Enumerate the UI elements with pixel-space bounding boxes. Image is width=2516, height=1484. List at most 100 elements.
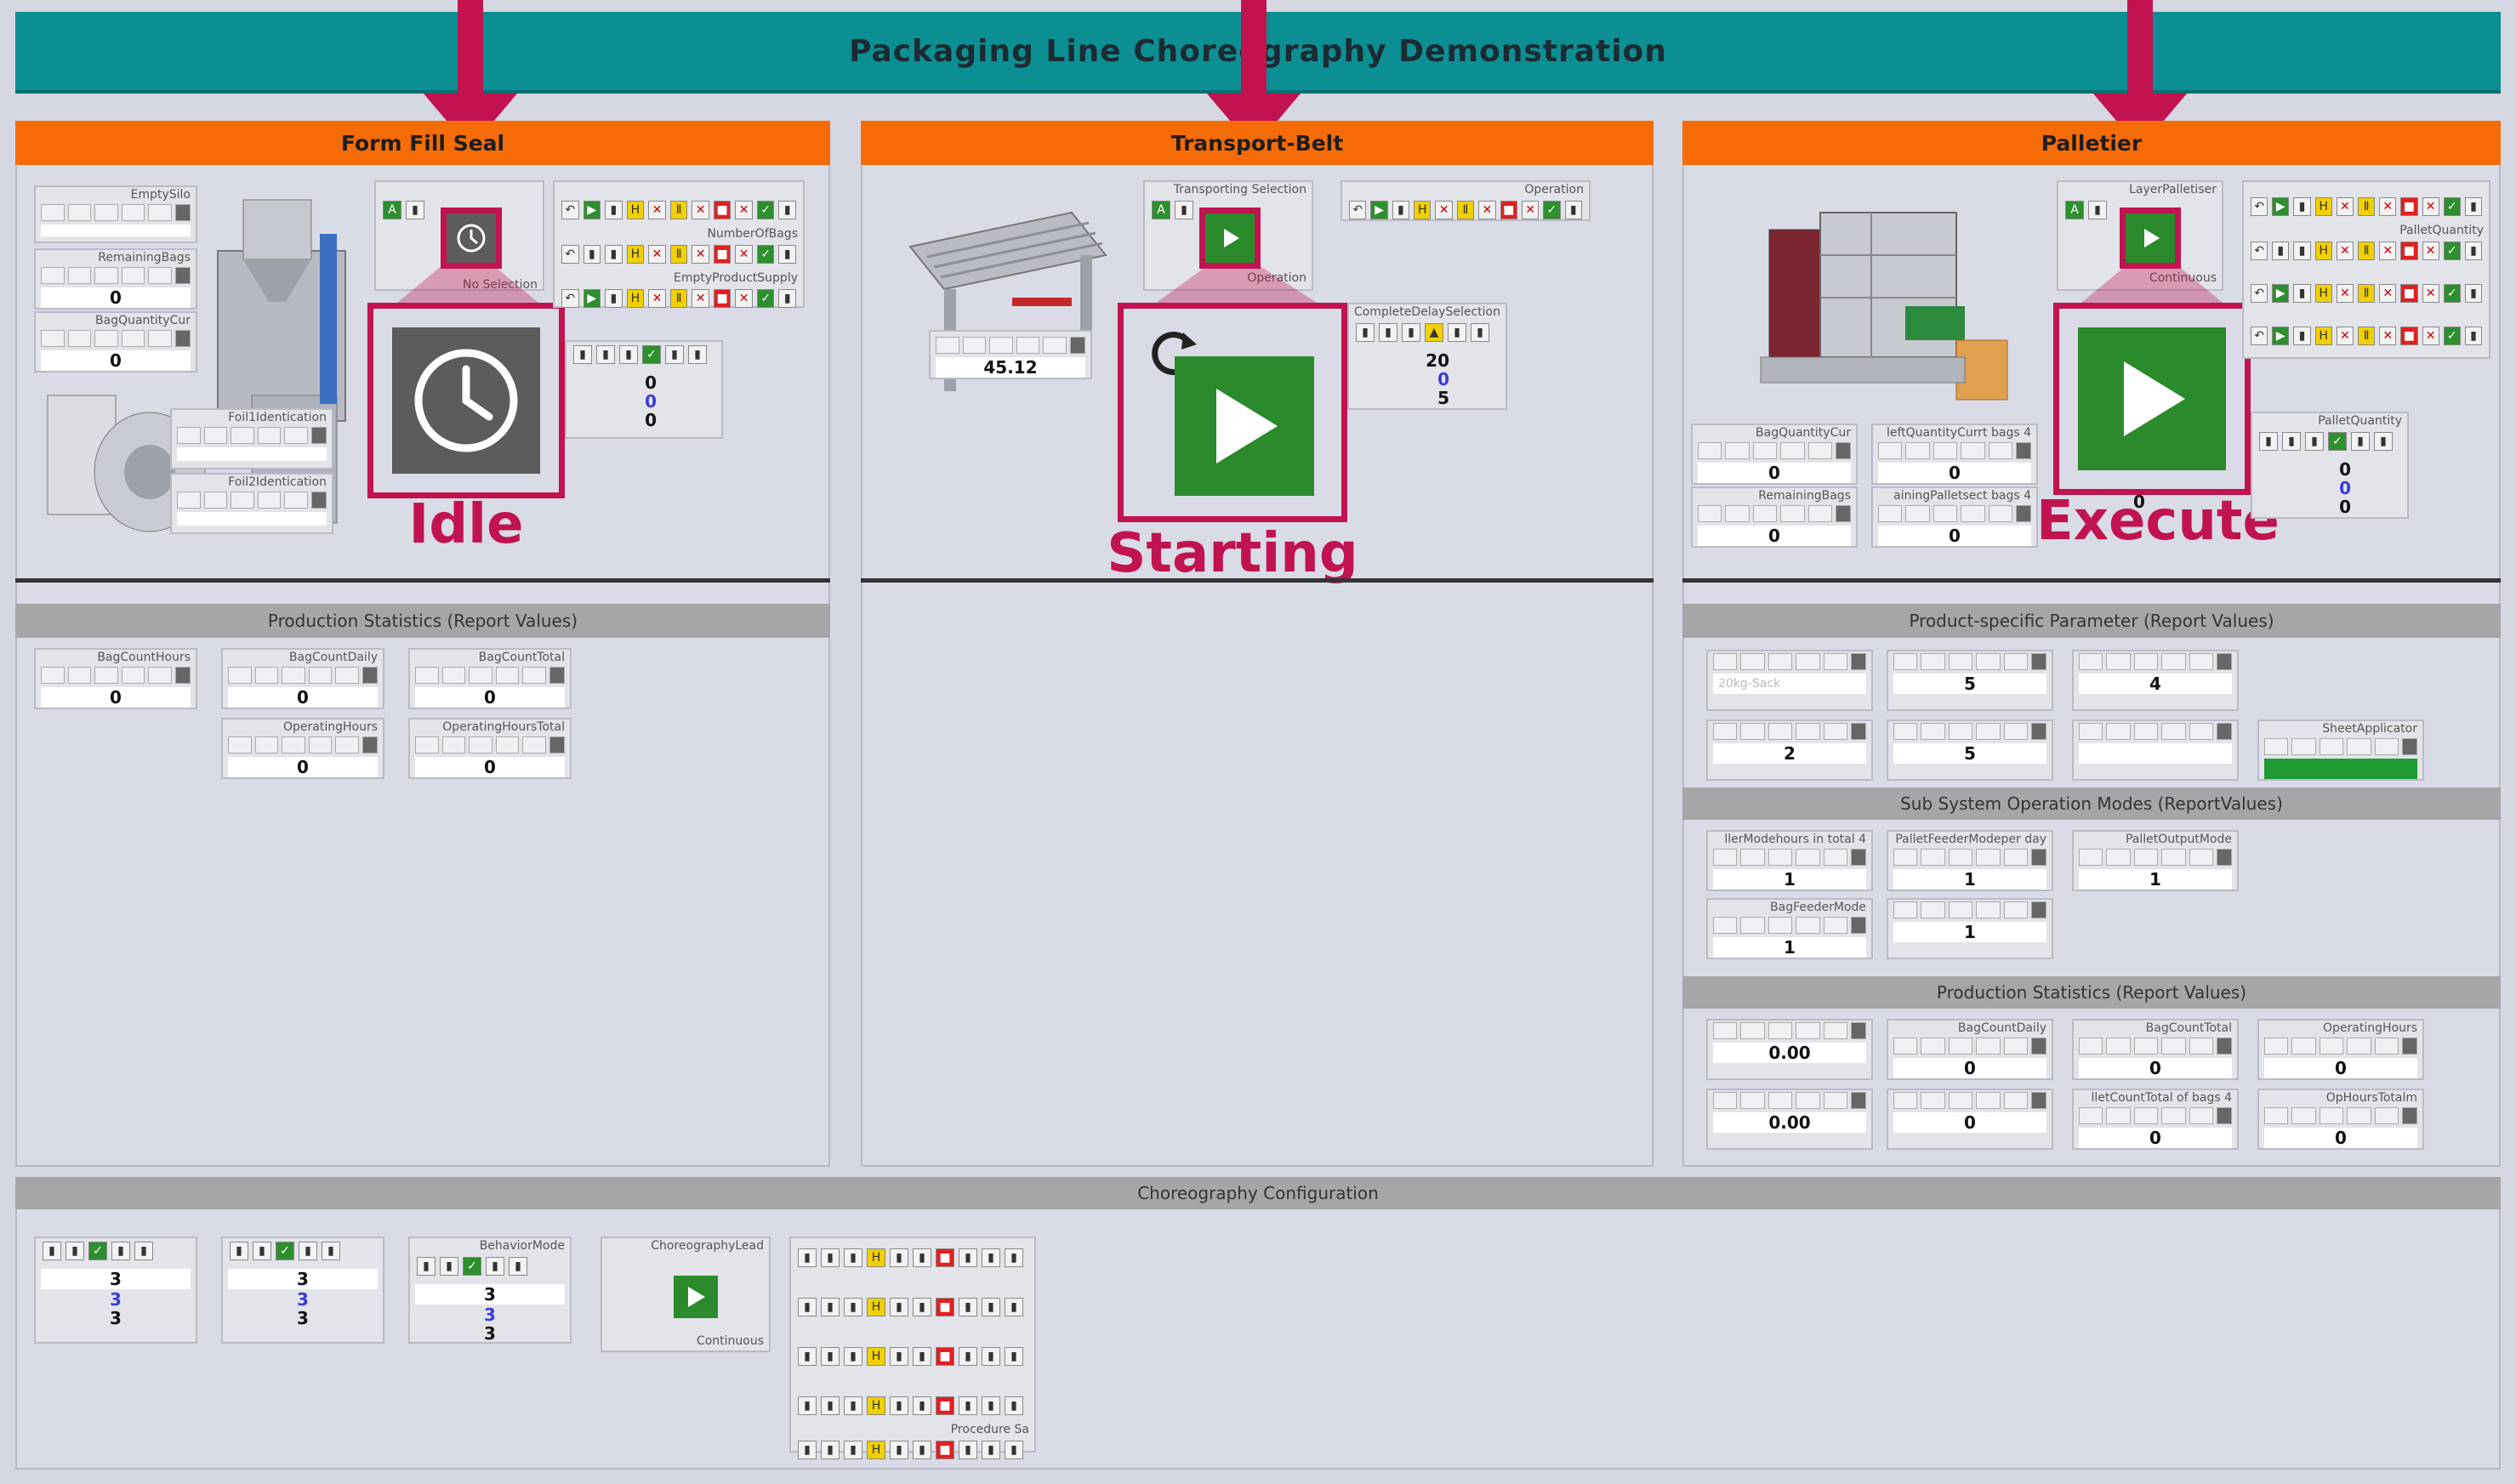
- product-param-value: 4: [2079, 674, 2232, 694]
- play-icon[interactable]: [2078, 327, 2226, 470]
- belt-value-1: 20: [1426, 350, 1449, 371]
- remaining-bags-label: RemainingBags: [1758, 489, 1851, 503]
- segment-bar: [1888, 1036, 2052, 1056]
- left-quantity-value: 0: [1878, 463, 2031, 483]
- subsystem-value: 1: [1893, 869, 2046, 890]
- segment-bar: [1888, 847, 2052, 867]
- prod-stat-widget-4[interactable]: OperatingHours 0: [2257, 1019, 2424, 1080]
- remaining-pallet-widget[interactable]: ainingPalletsect bags 4 0: [1871, 486, 2038, 548]
- subsystem-widget-1[interactable]: llerModehours in total 4 1: [1706, 830, 1873, 891]
- idle-small-icon[interactable]: [447, 213, 496, 263]
- ffs-operation-widget[interactable]: ↶ ▶ ▮ H ✕ Ⅱ ✕ ■ ✕ ✓ ▮ NumberOfBags ↶ ▮ ▮ H ✕ Ⅱ ✕ ■ ✕ ✓ ▮ Emp…: [553, 180, 805, 308]
- prod-stat-widget-6[interactable]: 0: [1887, 1089, 2053, 1150]
- bag-count-hours-widget[interactable]: BagCountHours 0: [34, 648, 197, 709]
- operating-hours-total-value: 0: [415, 757, 565, 777]
- choreo-value-1: 3: [41, 1269, 191, 1289]
- bag-count-daily-widget[interactable]: BagCountDaily 0: [221, 648, 384, 709]
- subsystem-widget-2[interactable]: PalletFeederModeper day 1: [1887, 830, 2053, 891]
- execute-callout-box: [2053, 303, 2251, 495]
- product-param-value: 20kg-Sack: [1713, 674, 1866, 694]
- prod-stat-widget-5[interactable]: 0.00: [1706, 1089, 1873, 1150]
- choreography-lead-label: ChoreographyLead: [651, 1239, 764, 1253]
- belt-operation-widget[interactable]: Operation ↶ ▶ ▮ H ✕ Ⅱ ✕ ■ ✕ ✓ ▮: [1341, 180, 1591, 221]
- segment-bar: [1873, 441, 2036, 461]
- prod-stat-widget-3[interactable]: BagCountTotal 0: [2072, 1019, 2239, 1080]
- pallet-divider: [1682, 578, 2501, 583]
- belt-speed-widget[interactable]: 45.12: [929, 330, 1092, 379]
- choreography-lead-play-icon[interactable]: [674, 1276, 718, 1318]
- bag-feeder-mode-widget[interactable]: BagFeederMode 1: [1706, 898, 1873, 959]
- values-icon-row: ▮ ▮ ✓ ▮ ▮: [36, 1238, 196, 1267]
- prod-stat-widget-7[interactable]: lletCountTotal of bags 4 0: [2072, 1089, 2239, 1150]
- belt-speed-value: 45.12: [936, 357, 1085, 378]
- prod-stat-widget-2[interactable]: BagCountDaily 0: [1887, 1019, 2053, 1080]
- subsystem-header: Sub System Operation Modes (ReportValues…: [1682, 787, 2501, 820]
- bag-count-total-widget[interactable]: BagCountTotal 0: [408, 648, 572, 709]
- operating-hours-label: OperatingHours: [282, 720, 378, 734]
- left-quantity-widget[interactable]: leftQuantityCurrt bags 4 0: [1871, 424, 2038, 485]
- ffs-values-widget[interactable]: ▮ ▮ ▮ ✓ ▮ ▮ 0 0 0: [565, 340, 723, 439]
- sheet-applicator-widget[interactable]: SheetApplicator: [2257, 719, 2424, 781]
- bag-count-daily-label: BagCountDaily: [288, 651, 378, 664]
- product-param-widget-6[interactable]: [2072, 719, 2239, 781]
- prod-stat-widget-1[interactable]: 0.00: [1706, 1019, 1873, 1080]
- product-param-widget-5[interactable]: 5: [1887, 719, 2053, 781]
- operation-label: Operation: [1524, 183, 1584, 196]
- bag-count-total-label: BagCountTotal: [478, 651, 565, 664]
- choreography-lead-widget[interactable]: ChoreographyLead Continuous: [601, 1237, 771, 1352]
- operating-hours-widget[interactable]: OperatingHours 0: [221, 718, 384, 779]
- remaining-pallet-value: 0: [1878, 526, 2031, 546]
- transporting-selection-label: Transporting Selection: [1173, 183, 1306, 196]
- ffs-value-3: 0: [645, 410, 657, 430]
- choreo-group-2[interactable]: ▮ ▮ ✓ ▮ ▮ 3 3 3: [221, 1237, 384, 1344]
- choreo-group-1[interactable]: ▮ ▮ ✓ ▮ ▮ 3 3 3: [34, 1237, 197, 1344]
- pallet-operation-widget[interactable]: ↶ ▶ ▮ H ✕ Ⅱ ✕ ■ ✕ ✓ ▮ PalletQuantity ↶ ▮ ▮ H ✕ Ⅱ ✕ ■ ✕ ✓ ▮ ↶…: [2242, 180, 2490, 359]
- play-icon[interactable]: [1175, 356, 1314, 496]
- foil1-widget[interactable]: Foil1Identication: [170, 408, 333, 469]
- segment-bar: [223, 735, 383, 755]
- pallet-bag-quantity-cur-widget[interactable]: BagQuantityCur 0: [1691, 424, 1858, 485]
- complete-delay-selection-label: CompleteDelaySelection: [1353, 305, 1500, 319]
- subsystem-widget-5[interactable]: 1: [1887, 898, 2053, 959]
- product-param-widget-2[interactable]: 5: [1887, 650, 2053, 711]
- choreo-value-2: 3: [484, 1305, 496, 1325]
- pallet-quantity-widget[interactable]: PalletQuantity ▮ ▮ ▮ ✓ ▮ ▮ 0 0 0: [2251, 412, 2409, 519]
- values-icon-row: ▮ ▮ ▮ ✓ ▮ ▮: [2252, 429, 2407, 458]
- complete-delay-selection-widget[interactable]: CompleteDelaySelection ▮ ▮ ▮ ▲ ▮ ▮ 20 0 5: [1347, 303, 1507, 410]
- pallet-remaining-bags-widget[interactable]: RemainingBags 0: [1691, 486, 1858, 548]
- choreo-value-3: 3: [110, 1308, 122, 1328]
- subsystem-widget-3[interactable]: PalletOutputMode 1: [2072, 830, 2239, 891]
- segment-bar: [2259, 736, 2422, 757]
- segment-bar: [1693, 503, 1856, 524]
- prod-stat-label: BagCountTotal: [2145, 1021, 2232, 1035]
- clock-icon[interactable]: [392, 327, 540, 474]
- number-of-bags-label: NumberOfBags: [707, 227, 798, 241]
- palletier-machine-image: [1735, 179, 2024, 425]
- starting-small-icon[interactable]: [1205, 213, 1255, 263]
- segment-bar: [223, 665, 383, 685]
- segment-bar: [2259, 1036, 2422, 1056]
- segment-bar: [2259, 1106, 2422, 1126]
- segment-bar: [1888, 1090, 2052, 1111]
- subsystem-label: llerModehours in total 4: [1724, 833, 1866, 846]
- foil2-widget[interactable]: Foil2Identication: [170, 473, 333, 534]
- production-statistics-right-header: Production Statistics (Report Values): [1682, 976, 2501, 1009]
- remaining-bags-value: 0: [1698, 526, 1851, 546]
- bag-count-total-value: 0: [415, 687, 565, 708]
- product-param-widget-3[interactable]: 4: [2072, 650, 2239, 711]
- pallet-quantity-value-2: 0: [2339, 478, 2351, 498]
- segment-bar: [2074, 1036, 2237, 1056]
- pallet-quantity-label-2: PalletQuantity: [2318, 414, 2402, 428]
- operation-icon-row-3: ↶ ▶ ▮ H ✕ Ⅱ ✕ ■ ✕ ✓ ▮: [2244, 281, 2489, 310]
- ffs-value-2: 0: [645, 391, 657, 412]
- procedure-widget[interactable]: ▮ ▮ ▮ H ▮ ▮ ■ ▮ ▮ ▮ ▮ ▮ ▮ H ▮ ▮ ■ ▮ ▮ ▮ ▮ ▮ ▮ H ▮ ▮ ■ ▮ ▮ ▮ ▮ ▮ ▮ H ▮ ▮ ■…: [789, 1237, 1036, 1459]
- behavior-mode-label: BehaviorMode: [479, 1239, 565, 1253]
- product-param-widget-4[interactable]: 2: [1706, 719, 1873, 781]
- layer-palletiser-label: LayerPalletiser: [2129, 183, 2217, 196]
- bag-count-hours-value: 0: [41, 687, 191, 708]
- execute-small-icon[interactable]: [2126, 213, 2175, 263]
- product-param-widget-1[interactable]: 20kg-Sack: [1706, 650, 1873, 711]
- prod-stat-widget-8[interactable]: OpHoursTotalm 0: [2257, 1089, 2424, 1150]
- behavior-mode-group[interactable]: BehaviorMode ▮ ▮ ✓ ▮ ▮ 3 3 3: [408, 1237, 572, 1344]
- operating-hours-total-widget[interactable]: OperatingHoursTotal 0: [408, 718, 572, 779]
